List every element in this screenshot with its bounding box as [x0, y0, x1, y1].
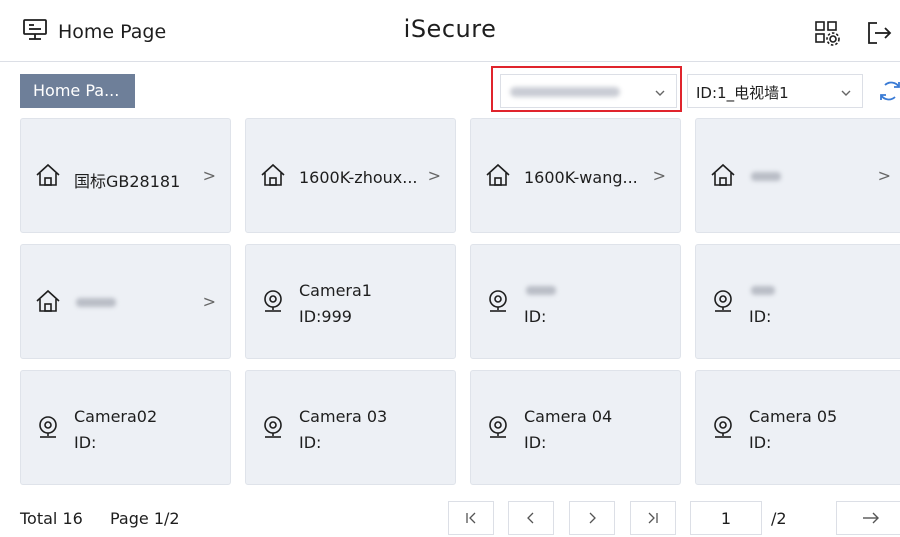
- refresh-icon[interactable]: [875, 74, 900, 108]
- go-page-button[interactable]: [836, 501, 900, 535]
- chevron-right-icon: >: [202, 292, 216, 311]
- camera-icon: [710, 414, 736, 440]
- chevron-right-icon: >: [652, 166, 666, 185]
- layout-settings-icon[interactable]: [810, 16, 844, 50]
- camera-card[interactable]: ID:: [695, 244, 900, 359]
- next-page-button[interactable]: [569, 501, 615, 535]
- camera-card[interactable]: Camera1 ID:999: [245, 244, 456, 359]
- blurred-area-name: [76, 298, 116, 307]
- home-icon: [35, 288, 61, 314]
- area-card[interactable]: >: [20, 244, 231, 359]
- camera-card[interactable]: Camera 05 ID:: [695, 370, 900, 485]
- app-title: iSecure: [403, 15, 497, 43]
- area-card[interactable]: 国标GB28181 >: [20, 118, 231, 233]
- total-count: Total 16: [20, 509, 83, 528]
- camera-card[interactable]: ID:: [470, 244, 681, 359]
- blurred-camera-name: [526, 286, 556, 295]
- breadcrumb-home[interactable]: Home Pa...: [20, 74, 135, 108]
- home-icon: [710, 162, 736, 188]
- chevron-down-icon: [654, 84, 666, 103]
- area-card[interactable]: 1600K-wang... >: [470, 118, 681, 233]
- area-card[interactable]: 1600K-zhoux... >: [245, 118, 456, 233]
- camera-id: ID:: [299, 433, 322, 452]
- area-card[interactable]: >: [695, 118, 900, 233]
- page-info: Page 1/2: [110, 509, 180, 528]
- blurred-server-address: [510, 87, 620, 97]
- tv-wall-select[interactable]: ID:1_电视墙1: [687, 74, 863, 108]
- tv-wall-value: ID:1_电视墙1: [696, 84, 789, 102]
- last-page-button[interactable]: [630, 501, 676, 535]
- area-name: 1600K-zhoux...: [299, 168, 418, 187]
- camera-icon: [260, 414, 286, 440]
- chevron-right-icon: >: [202, 166, 216, 185]
- chevron-right-icon: >: [877, 166, 891, 185]
- camera-id: ID:: [74, 433, 97, 452]
- camera-id: ID:999: [299, 307, 352, 326]
- camera-icon: [485, 414, 511, 440]
- pagination-bar: Total 16 Page 1/2 /2: [0, 495, 900, 537]
- top-bar: Home Page iSecure: [0, 0, 900, 62]
- camera-icon: [35, 414, 61, 440]
- page-total: /2: [771, 509, 787, 528]
- prev-page-button[interactable]: [508, 501, 554, 535]
- server-select[interactable]: [500, 74, 677, 108]
- page-number-input[interactable]: [690, 501, 762, 535]
- toolbar: Home Pa... ID:1_电视墙1: [0, 62, 900, 118]
- home-icon: [35, 162, 61, 188]
- camera-icon: [260, 288, 286, 314]
- chevron-right-icon: >: [427, 166, 441, 185]
- camera-id: ID:: [749, 307, 772, 326]
- logout-icon[interactable]: [862, 16, 896, 50]
- home-icon: [260, 162, 286, 188]
- camera-icon: [710, 288, 736, 314]
- area-name: 国标GB28181: [74, 172, 181, 191]
- camera-id: ID:: [524, 307, 547, 326]
- chevron-down-icon: [840, 84, 852, 103]
- camera-name: Camera 04: [524, 407, 613, 426]
- camera-card[interactable]: Camera 04 ID:: [470, 370, 681, 485]
- camera-card[interactable]: Camera02 ID:: [20, 370, 231, 485]
- camera-name: Camera02: [74, 407, 158, 426]
- blurred-camera-name: [751, 286, 775, 295]
- camera-id: ID:: [749, 433, 772, 452]
- camera-name: Camera 03: [299, 407, 388, 426]
- home-icon: [485, 162, 511, 188]
- camera-id: ID:: [524, 433, 547, 452]
- first-page-button[interactable]: [448, 501, 494, 535]
- camera-icon: [485, 288, 511, 314]
- area-name: 1600K-wang...: [524, 168, 638, 187]
- camera-name: Camera 05: [749, 407, 838, 426]
- blurred-area-name: [751, 172, 781, 181]
- camera-name: Camera1: [299, 281, 372, 300]
- camera-card[interactable]: Camera 03 ID:: [245, 370, 456, 485]
